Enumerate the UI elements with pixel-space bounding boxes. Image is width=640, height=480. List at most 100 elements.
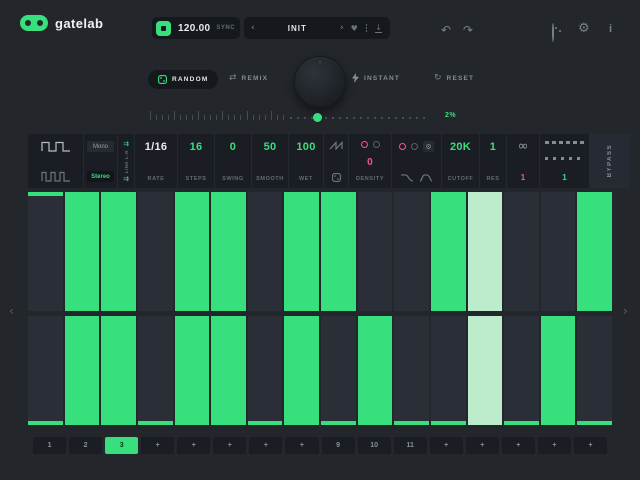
redo-icon[interactable]: ↷ xyxy=(463,23,473,37)
step-bar[interactable] xyxy=(101,316,136,425)
pattern-add-button[interactable]: + xyxy=(141,437,174,454)
step-bar[interactable] xyxy=(284,192,319,311)
step-bar[interactable] xyxy=(358,316,393,425)
step-bar[interactable] xyxy=(504,421,539,425)
cutoff-value[interactable]: 20K xyxy=(450,141,471,153)
pattern-preview-icon[interactable] xyxy=(545,141,585,144)
pattern-add-button[interactable]: + xyxy=(285,437,318,454)
step-bar[interactable] xyxy=(138,421,173,425)
remix-control[interactable]: ⇄ REMIX xyxy=(229,73,268,83)
step-bar[interactable] xyxy=(394,421,429,425)
step-cell-top-5[interactable] xyxy=(175,192,210,311)
step-bar[interactable] xyxy=(175,192,210,311)
steps-value[interactable]: 16 xyxy=(190,141,203,153)
step-bar[interactable] xyxy=(28,421,63,425)
step-cell-top-8[interactable] xyxy=(284,192,319,311)
step-cell-top-13[interactable] xyxy=(468,192,503,311)
lowpass-curve-icon[interactable] xyxy=(400,173,414,182)
swing-value[interactable]: 0 xyxy=(230,141,236,153)
step-bar[interactable] xyxy=(468,192,503,311)
step-cell-top-14[interactable] xyxy=(504,192,539,311)
pattern-slot-10[interactable]: 10 xyxy=(358,437,391,454)
wet-value[interactable]: 100 xyxy=(296,141,315,153)
step-cell-top-10[interactable] xyxy=(358,192,393,311)
tempo-display[interactable]: 120.00 xyxy=(178,23,210,34)
smooth-value[interactable]: 50 xyxy=(264,141,277,153)
saw-wave-icon[interactable] xyxy=(329,141,344,150)
link-arrow-down-icon[interactable]: ⇉ xyxy=(123,176,129,182)
res-value[interactable]: 1 xyxy=(490,141,496,153)
pattern-add-button[interactable]: + xyxy=(466,437,499,454)
random-button[interactable]: RANDOM xyxy=(148,70,218,89)
preset-next-button[interactable]: › xyxy=(333,23,351,33)
info-icon[interactable]: i xyxy=(609,23,612,35)
filter-settings-gear-icon[interactable]: ⚙ xyxy=(423,141,434,152)
pattern-add-button[interactable]: + xyxy=(574,437,607,454)
step-cell-bottom-9[interactable] xyxy=(321,316,356,425)
loop-count-value[interactable]: 1 xyxy=(521,173,525,182)
stereo-button[interactable]: Stereo xyxy=(87,171,114,182)
step-cell-top-3[interactable] xyxy=(101,192,136,311)
preset-name[interactable]: INIT xyxy=(262,24,333,33)
undo-icon[interactable]: ↶ xyxy=(441,23,451,37)
shift-right-button[interactable]: › xyxy=(623,304,628,318)
step-cell-bottom-1[interactable] xyxy=(28,316,63,425)
pattern-add-button[interactable]: + xyxy=(430,437,463,454)
bandpass-curve-icon[interactable] xyxy=(419,173,433,182)
step-bar[interactable] xyxy=(577,421,612,425)
pattern-slot-9[interactable]: 9 xyxy=(322,437,355,454)
step-bar[interactable] xyxy=(65,192,100,311)
step-bar[interactable] xyxy=(431,421,466,425)
dice-icon[interactable] xyxy=(552,23,554,42)
pattern-preview-icon[interactable] xyxy=(545,157,585,160)
instant-control[interactable]: INSTANT xyxy=(352,73,400,83)
shift-left-button[interactable]: ‹ xyxy=(9,304,14,318)
step-bar[interactable] xyxy=(211,192,246,311)
step-cell-bottom-3[interactable] xyxy=(101,316,136,425)
smooth-cell[interactable]: 50 SMOOTH xyxy=(252,134,289,188)
steps-cell[interactable]: 16 STEPS xyxy=(178,134,215,188)
bypass-button[interactable]: BYPASS xyxy=(590,134,630,188)
step-bar[interactable] xyxy=(211,316,246,425)
step-cell-top-6[interactable] xyxy=(211,192,246,311)
reset-control[interactable]: ↻ RESET xyxy=(434,73,474,83)
step-cell-top-2[interactable] xyxy=(65,192,100,311)
step-bar[interactable] xyxy=(248,421,283,425)
pulse-wave-icon[interactable] xyxy=(41,171,71,182)
dice-mini-icon[interactable] xyxy=(332,173,341,182)
pattern-slot-2[interactable]: 2 xyxy=(69,437,102,454)
step-cell-bottom-6[interactable] xyxy=(211,316,246,425)
step-cell-bottom-4[interactable] xyxy=(138,316,173,425)
step-bar[interactable] xyxy=(577,192,612,311)
favorite-icon[interactable]: ♥ xyxy=(351,24,358,33)
res-cell[interactable]: 1 RES xyxy=(480,134,507,188)
amount-slider-track[interactable] xyxy=(290,117,430,119)
step-bar[interactable] xyxy=(541,316,576,425)
step-cell-top-7[interactable] xyxy=(248,192,283,311)
step-cell-top-11[interactable] xyxy=(394,192,429,311)
pattern-slot-11[interactable]: 11 xyxy=(394,437,427,454)
pattern-add-button[interactable]: + xyxy=(177,437,210,454)
step-cell-bottom-12[interactable] xyxy=(431,316,466,425)
step-bar[interactable] xyxy=(321,192,356,311)
step-bar[interactable] xyxy=(321,421,356,425)
save-preset-icon[interactable]: ↓ xyxy=(375,24,382,33)
step-cell-top-1[interactable] xyxy=(28,192,63,311)
step-cell-bottom-8[interactable] xyxy=(284,316,319,425)
pattern-add-button[interactable]: + xyxy=(249,437,282,454)
main-knob[interactable] xyxy=(294,56,346,108)
density-value[interactable]: 0 xyxy=(367,157,373,168)
square-wave-icon[interactable] xyxy=(41,141,71,152)
step-bar[interactable] xyxy=(175,316,210,425)
mono-button[interactable]: Mono xyxy=(87,141,114,152)
step-cell-top-16[interactable] xyxy=(577,192,612,311)
pattern-add-button[interactable]: + xyxy=(538,437,571,454)
step-cell-bottom-15[interactable] xyxy=(541,316,576,425)
filter-off-icon[interactable] xyxy=(411,143,418,150)
pattern-slot-1[interactable]: 1 xyxy=(33,437,66,454)
step-cell-bottom-5[interactable] xyxy=(175,316,210,425)
preset-menu-icon[interactable] xyxy=(366,24,368,32)
step-cell-top-4[interactable] xyxy=(138,192,173,311)
step-cell-top-15[interactable] xyxy=(541,192,576,311)
step-cell-bottom-16[interactable] xyxy=(577,316,612,425)
